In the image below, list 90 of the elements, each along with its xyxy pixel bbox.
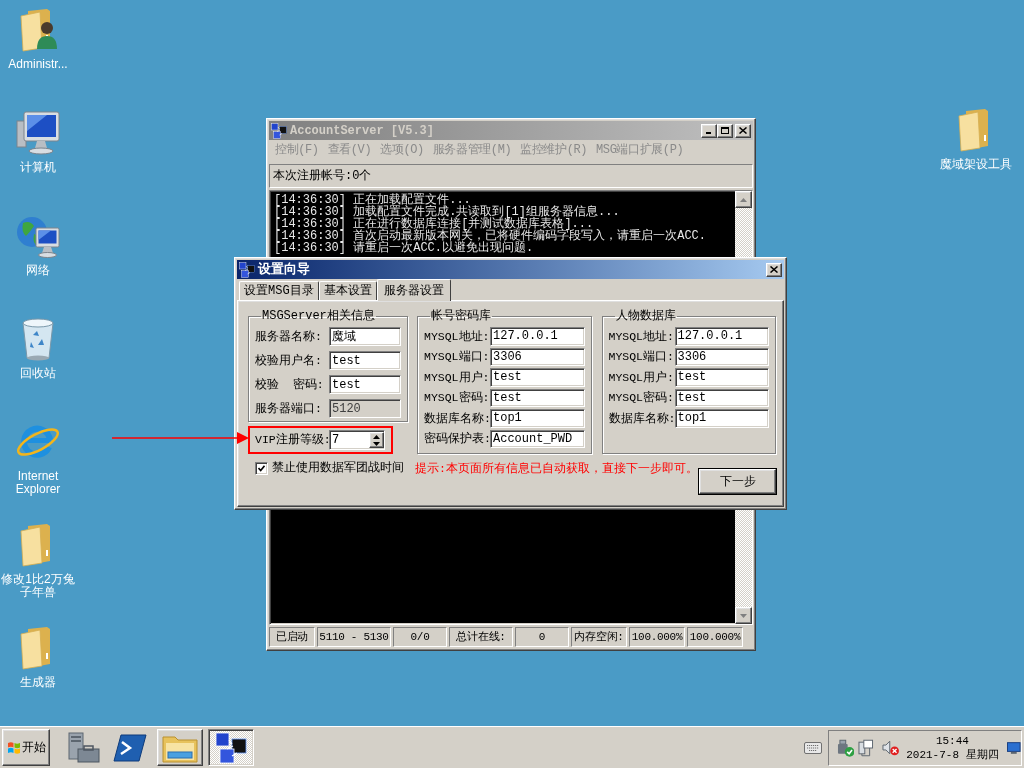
terminal-prompt-icon[interactable] bbox=[113, 733, 147, 762]
field-label: MYSQL密码: bbox=[424, 390, 490, 407]
field-label: 服务器端口: bbox=[255, 400, 323, 417]
speaker-muted-icon[interactable] bbox=[881, 738, 900, 757]
group-title: 人物数据库 bbox=[614, 310, 677, 323]
server-toolbox-icon[interactable] bbox=[66, 731, 100, 764]
status-panel: 已启动 bbox=[269, 627, 315, 647]
field-label: 校验用户名: bbox=[255, 352, 323, 369]
field-label: MYSQL端口: bbox=[424, 349, 490, 366]
field-label: 校验 密码: bbox=[255, 376, 325, 393]
usb-check-icon[interactable] bbox=[837, 738, 855, 757]
log-line: [14:36:30] 请重启一次ACC.以避免出现问题. bbox=[274, 242, 535, 254]
text-field[interactable]: 3306 bbox=[674, 347, 769, 366]
status-panel: 内存空闲: bbox=[571, 627, 627, 647]
text-field[interactable]: 127.0.0.1 bbox=[674, 327, 769, 346]
up-triangle-icon bbox=[740, 197, 747, 202]
log-line: [14:36:30] 加载配置文件完成.共读取到[1]组服务器信息... bbox=[274, 206, 621, 218]
minimize-button[interactable] bbox=[701, 123, 717, 138]
next-button[interactable]: 下一步 bbox=[699, 469, 776, 494]
checkbox-label[interactable]: 禁止使用数据军团战时间 bbox=[272, 459, 404, 477]
user-folder-icon[interactable] bbox=[19, 8, 57, 52]
text-field[interactable]: test bbox=[674, 388, 769, 407]
clock-date[interactable]: 2021-7-8 星期四 bbox=[906, 747, 999, 762]
show-desktop-icon[interactable] bbox=[1007, 741, 1021, 754]
log-line: [14:36:30] 首次启动最新版本网关，已将硬件编码字段写入，请重启一次ACC. bbox=[274, 230, 708, 242]
cubes-app-icon bbox=[239, 261, 255, 278]
status-panel: 100.000% bbox=[629, 627, 685, 647]
field-label: MYSQL地址: bbox=[608, 328, 675, 345]
text-field[interactable]: 127.0.0.1 bbox=[490, 327, 585, 346]
text-field[interactable]: test bbox=[490, 388, 585, 407]
network-computer-icon[interactable] bbox=[858, 738, 874, 757]
text-field[interactable]: test bbox=[674, 368, 769, 387]
log-line: [14:36:30] 正在进行数据库连接[并测试数据库表格]... bbox=[274, 218, 594, 230]
status-panel: 0/0 bbox=[393, 627, 447, 647]
down-triangle-icon bbox=[740, 613, 747, 618]
maximize-icon bbox=[721, 127, 729, 134]
globe-monitor-icon[interactable] bbox=[16, 214, 60, 258]
up-down-arrows-icon bbox=[373, 434, 380, 446]
window-title: 设置向导 bbox=[258, 262, 311, 277]
maximize-button[interactable] bbox=[717, 123, 733, 138]
field-label: 密码保护表: bbox=[424, 431, 490, 448]
log-line: [14:36:30] 正在加载配置文件... bbox=[274, 194, 471, 206]
field-label: MYSQL用户: bbox=[424, 369, 490, 386]
close-button[interactable] bbox=[766, 262, 782, 277]
taskbar-button[interactable] bbox=[208, 729, 254, 766]
text-field[interactable]: top1 bbox=[490, 409, 585, 428]
scroll-up-button[interactable] bbox=[735, 191, 752, 208]
field-label: MYSQL密码: bbox=[608, 390, 675, 407]
text-field[interactable]: test bbox=[329, 375, 401, 394]
status-panel: 100.000% bbox=[687, 627, 743, 647]
number-field[interactable]: 7 bbox=[329, 430, 385, 450]
hint-text: 提示:本页面所有信息已自动获取，直接下一步即可。 bbox=[415, 461, 699, 477]
registered-count-text: 本次注册帐号:0个 bbox=[273, 168, 372, 185]
cubes-app-icon bbox=[215, 731, 247, 764]
field-label: MYSQL地址: bbox=[424, 328, 490, 345]
cubes-app-icon bbox=[271, 122, 287, 139]
field-label: 数据库名称: bbox=[424, 410, 490, 427]
group-title: MSGServer相关信息 bbox=[261, 310, 376, 323]
text-field[interactable]: 魔域 bbox=[329, 327, 401, 346]
tab[interactable]: 设置MSG目录 bbox=[239, 281, 319, 300]
spin-button[interactable] bbox=[369, 432, 384, 448]
checkmark-icon bbox=[258, 464, 265, 472]
group-title: 帐号密码库 bbox=[430, 310, 492, 323]
field-label: MYSQL用户: bbox=[608, 369, 675, 386]
close-icon bbox=[770, 266, 778, 273]
computer-icon[interactable] bbox=[16, 111, 60, 155]
scroll-down-button[interactable] bbox=[735, 607, 752, 624]
checkbox[interactable] bbox=[255, 461, 268, 475]
text-field[interactable]: top1 bbox=[674, 409, 769, 428]
keyboard-icon[interactable] bbox=[804, 741, 822, 754]
field-label: VIP注册等级: bbox=[255, 432, 329, 449]
field-label: 服务器名称: bbox=[255, 328, 323, 345]
recycle-bin-icon[interactable] bbox=[20, 317, 56, 361]
text-field[interactable]: test bbox=[329, 351, 401, 370]
field-label: MYSQL端口: bbox=[608, 349, 675, 366]
close-button[interactable] bbox=[735, 123, 751, 138]
close-icon bbox=[739, 127, 747, 134]
text-field[interactable]: 3306 bbox=[490, 347, 585, 366]
text-field[interactable]: Account_PWD bbox=[490, 429, 585, 448]
status-panel: 0 bbox=[515, 627, 569, 647]
text-field[interactable]: test bbox=[490, 368, 585, 387]
tab[interactable]: 服务器设置 bbox=[376, 279, 451, 301]
start-button[interactable]: 开始 bbox=[2, 729, 50, 766]
status-panel: 5110 - 5130 bbox=[317, 627, 391, 647]
tab[interactable]: 基本设置 bbox=[318, 281, 377, 300]
status-panel: 总计在线: bbox=[449, 627, 513, 647]
window-title: AccountServer [V5.3] bbox=[290, 123, 436, 138]
field-label: 数据库名称: bbox=[608, 410, 675, 427]
clock-time[interactable]: 15:44 bbox=[935, 733, 969, 748]
windows-logo-icon bbox=[6, 740, 21, 755]
